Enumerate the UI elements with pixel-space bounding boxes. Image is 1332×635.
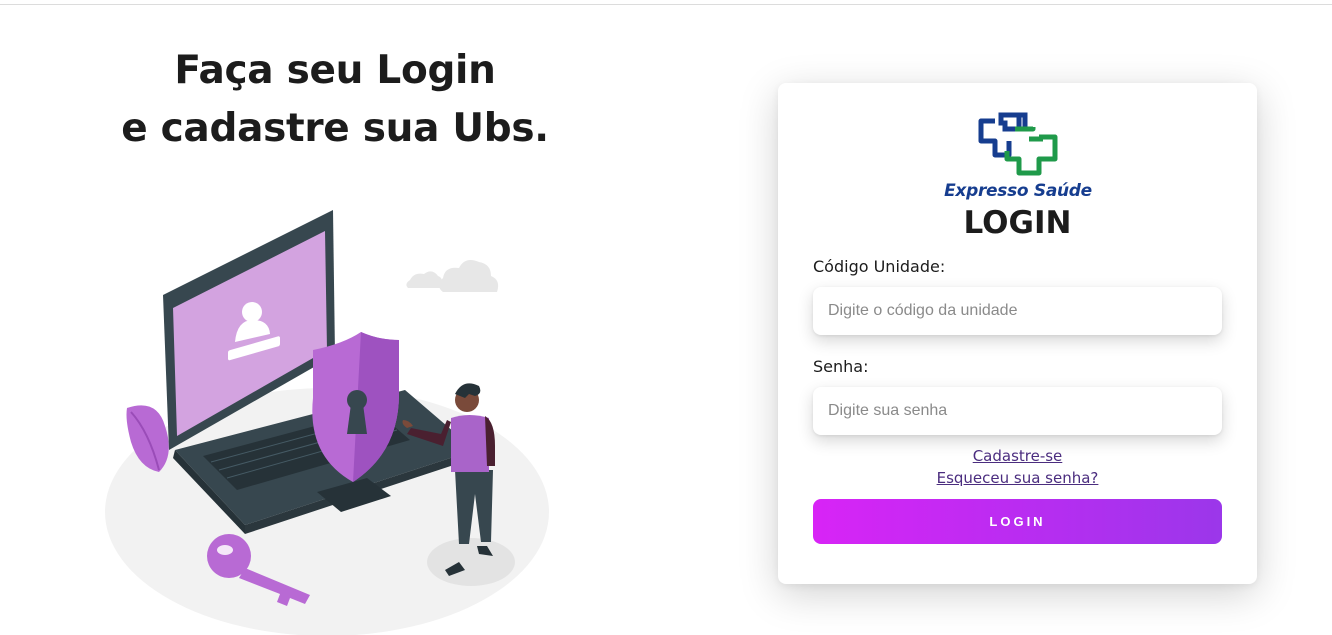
unit-code-input[interactable] (813, 287, 1222, 335)
login-card: Expresso Saúde LOGIN Código Unidade: Sen… (778, 83, 1257, 584)
register-link[interactable]: Cadastre-se (778, 447, 1257, 465)
password-input[interactable] (813, 387, 1222, 435)
medical-cross-logo-icon (978, 112, 1058, 176)
expresso-saude-logo: Expresso Saúde (943, 111, 1093, 203)
login-title: LOGIN (963, 205, 1072, 241)
headline-line-1: Faça seu Login (174, 48, 496, 93)
laptop-security-illustration (105, 210, 549, 635)
top-divider (0, 4, 1332, 5)
login-button[interactable]: LOGIN (813, 499, 1222, 544)
headline-line-2: e cadastre sua Ubs. (121, 106, 549, 151)
forgot-password-link[interactable]: Esqueceu sua senha? (778, 469, 1257, 487)
unit-code-label: Código Unidade: (813, 257, 946, 276)
page-headline: Faça seu Login e cadastre sua Ubs. (90, 42, 580, 158)
logo-text: Expresso Saúde (944, 181, 1092, 201)
password-label: Senha: (813, 357, 869, 376)
